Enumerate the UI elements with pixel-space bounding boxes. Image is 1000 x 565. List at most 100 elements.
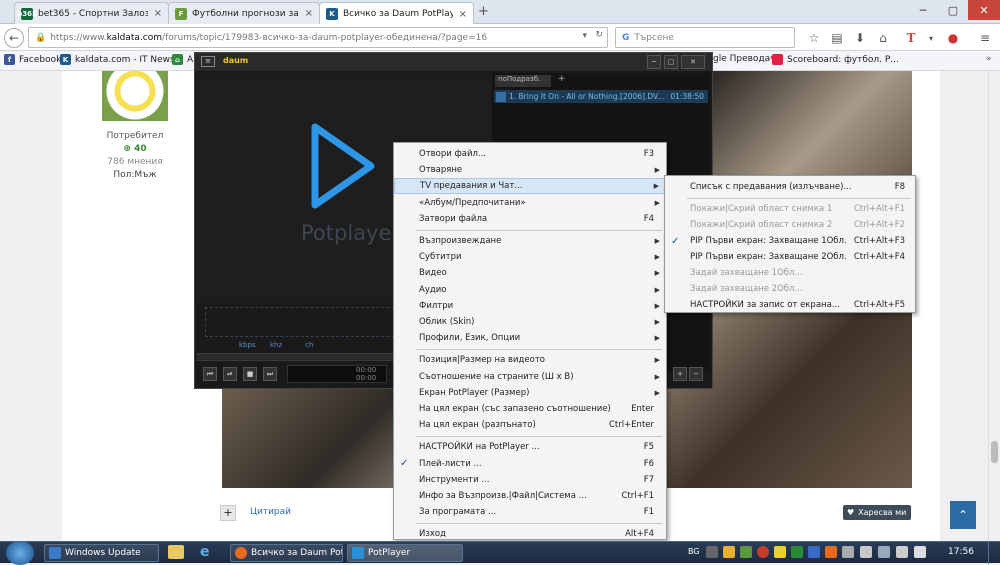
menu-item[interactable]: Видео ▶ — [394, 265, 666, 281]
menu-item[interactable]: Отвори файл... F3 — [394, 146, 666, 162]
next-button[interactable]: ⏭ — [263, 367, 277, 381]
like-button[interactable]: ♥ Харесва ми — [843, 505, 911, 520]
menu-item[interactable]: Филтри ▶ — [394, 298, 666, 314]
menu-item[interactable]: Съотношение на страните (Ш x В) ▶ — [394, 369, 666, 385]
player-minimize-button[interactable]: ─ — [647, 55, 661, 69]
star-icon[interactable]: ☆ — [805, 29, 823, 47]
menu-item[interactable]: TV предавания и Чат... ▶ — [394, 178, 666, 195]
flag-icon[interactable] — [878, 546, 890, 558]
bookmark-scoreboard[interactable]: Scoreboard: футбол. Р... — [772, 54, 899, 65]
scroll-to-top-button[interactable]: ⌃ — [950, 501, 976, 529]
menu-item[interactable]: Облик (Skin) ▶ — [394, 314, 666, 330]
language-indicator[interactable]: BG — [688, 547, 700, 556]
quote-link[interactable]: Цитирай — [250, 507, 291, 517]
tab-kaldata-potplayer[interactable]: K Всичко за Daum PotPlayer... × — [319, 2, 474, 25]
menu-item[interactable]: Затвори файла F4 — [394, 211, 666, 227]
tray-app-icon[interactable] — [723, 546, 735, 558]
tray-app-icon[interactable] — [740, 546, 752, 558]
show-desktop-button[interactable] — [988, 542, 1000, 564]
menu-item[interactable]: Инструменти ... F7 — [394, 472, 666, 488]
menu-item-shortcut: Alt+F4 — [625, 529, 654, 540]
tray-app-icon[interactable] — [808, 546, 820, 558]
player-close-button[interactable]: ✕ — [681, 55, 705, 69]
close-tab-icon[interactable]: × — [154, 8, 162, 19]
player-menu-icon[interactable]: ≡ — [201, 56, 215, 67]
menu-hamburger-icon[interactable]: ≡ — [976, 29, 994, 47]
menu-item[interactable]: НАСТРОЙКИ на PotPlayer ... F5 — [394, 439, 666, 455]
player-title-bar[interactable]: ≡ daum ─ ▢ ✕ — [195, 53, 712, 71]
previous-button[interactable]: ⏮ — [203, 367, 217, 381]
explorer-icon[interactable] — [168, 545, 184, 559]
multiquote-plus-button[interactable]: + — [220, 505, 236, 521]
add-playlist-tab-button[interactable]: + — [558, 74, 566, 84]
internet-explorer-icon[interactable]: e — [200, 544, 216, 560]
close-tab-icon[interactable]: × — [459, 9, 467, 20]
reload-icon[interactable]: ↻ — [595, 30, 603, 40]
playlist-remove-button[interactable]: − — [689, 367, 703, 381]
translate-addon-icon[interactable]: T — [902, 29, 920, 47]
menu-item[interactable]: На цял екран (разпънато) Ctrl+Enter — [394, 417, 666, 433]
taskbar-potplayer[interactable]: PotPlayer — [347, 544, 463, 562]
menu-item[interactable]: ✓ Плей-листи ... F6 — [394, 456, 666, 472]
tray-app-icon[interactable] — [842, 546, 854, 558]
volume-icon[interactable] — [914, 546, 926, 558]
bookmark-facebook[interactable]: f Facebook — [4, 54, 61, 65]
network-icon[interactable] — [860, 546, 872, 558]
tray-app-icon[interactable] — [825, 546, 837, 558]
minimize-window-button[interactable]: ─ — [908, 0, 938, 20]
battery-icon[interactable] — [896, 546, 908, 558]
menu-item[interactable]: Позиция|Размер на видеото ▶ — [394, 352, 666, 368]
download-icon[interactable]: ⬇ — [851, 29, 869, 47]
adblock-icon[interactable]: ● — [944, 29, 962, 47]
playlist-item[interactable]: 1. Bring It On - All or Nothing.[2006].D… — [494, 90, 708, 103]
page-scrollbar[interactable] — [988, 71, 1000, 541]
clock[interactable]: 17:56 — [948, 547, 974, 557]
menu-item[interactable]: На цял екран (със запазено съотношение) E… — [394, 401, 666, 417]
maximize-window-button[interactable]: ▢ — [938, 0, 968, 20]
back-arrow-icon[interactable]: ← — [4, 28, 24, 48]
menu-item[interactable]: Изход Alt+F4 — [394, 526, 666, 542]
menu-item[interactable]: Възпроизвеждане ▶ — [394, 233, 666, 249]
close-window-button[interactable]: ✕ — [968, 0, 1000, 20]
menu-item[interactable]: PIP Първи екран: Захващане 2Обл. Ctrl+Alt… — [665, 249, 915, 265]
start-button[interactable] — [6, 541, 34, 565]
menu-item[interactable]: ✓ PIP Първи екран: Захващане 1Обл. Ctrl+Al… — [665, 233, 915, 249]
menu-item[interactable]: «Албум/Предпочитани» ▶ — [394, 195, 666, 211]
home-icon[interactable]: ⌂ — [874, 29, 892, 47]
tray-app-icon[interactable] — [774, 546, 786, 558]
bookmark-google-translate[interactable]: gle Преводач — [713, 54, 776, 64]
dropdown-arrow-icon[interactable]: ▾ — [922, 29, 940, 47]
playlist-add-button[interactable]: + — [673, 367, 687, 381]
tray-app-icon[interactable] — [791, 546, 803, 558]
url-bar[interactable]: 🔒 https://www. kaldata.com/forums/topic/1… — [28, 27, 608, 48]
bookmark-a[interactable]: ⌂ A — [172, 54, 193, 65]
new-tab-button[interactable]: + — [478, 4, 489, 19]
menu-item[interactable]: Екран PotPlayer (Размер) ▶ — [394, 385, 666, 401]
play-pause-button[interactable]: ⏯ — [223, 367, 237, 381]
more-bookmarks-icon[interactable]: » — [986, 54, 992, 64]
taskbar-firefox[interactable]: Всичко за Daum Pot... — [230, 544, 343, 562]
taskbar-windows-update[interactable]: Windows Update — [44, 544, 159, 562]
menu-item[interactable]: Субтитри ▶ — [394, 249, 666, 265]
menu-item[interactable]: НАСТРОЙКИ за запис от екрана... Ctrl+Alt+… — [665, 297, 915, 313]
tray-chevron-icon[interactable] — [706, 546, 718, 558]
menu-item[interactable]: Профили, Език, Опции ▶ — [394, 330, 666, 346]
player-maximize-button[interactable]: ▢ — [664, 55, 678, 69]
menu-item[interactable]: Аудио ▶ — [394, 282, 666, 298]
avatar[interactable] — [102, 71, 168, 121]
menu-item[interactable]: Отваряне ▶ — [394, 162, 666, 178]
scrollbar-thumb[interactable] — [991, 441, 998, 463]
menu-item[interactable]: За програмата ... F1 — [394, 504, 666, 520]
playlist-tab-default[interactable]: поПодразб. — [495, 75, 551, 87]
close-tab-icon[interactable]: × — [305, 8, 313, 19]
search-input[interactable]: G Търсене — [615, 27, 795, 48]
stop-button[interactable]: ■ — [243, 367, 257, 381]
tab-football-predictions[interactable]: F Футболни прогнози за дн... × — [168, 2, 320, 24]
tab-bet365[interactable]: b365 bet365 - Спортни Залози ... × — [14, 2, 169, 24]
dropdown-arrow-icon[interactable]: ▾ — [582, 31, 587, 41]
bookmark-kaldata[interactable]: K kaldata.com - IT News... — [60, 54, 183, 65]
tray-app-icon[interactable] — [757, 546, 769, 558]
menu-item[interactable]: Списък с предавания (излъчване)... F8 — [665, 179, 915, 195]
reading-list-icon[interactable]: ▤ — [828, 29, 846, 47]
menu-item[interactable]: Инфо за Възпроизв.|Файл|Система ... Ctrl+… — [394, 488, 666, 504]
